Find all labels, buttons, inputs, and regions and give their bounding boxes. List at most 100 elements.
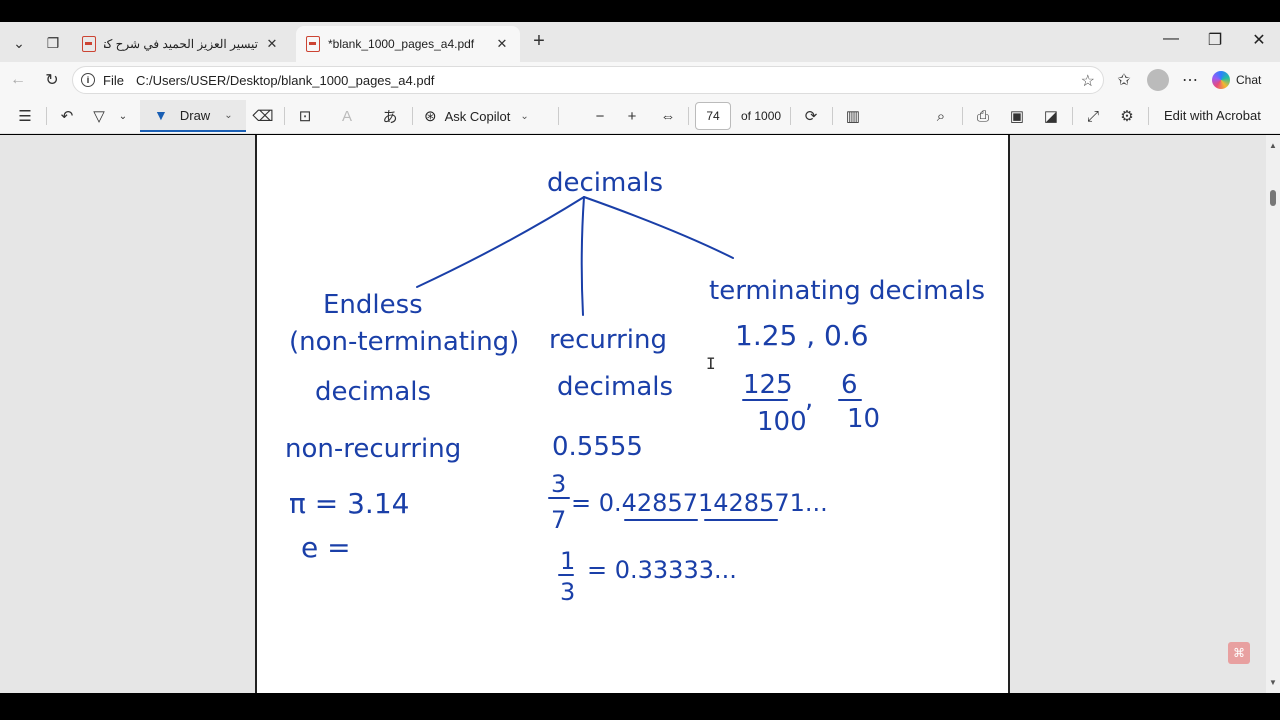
- tab-title: تيسير العزيز الحميد في شرح كتاب الت: [104, 37, 258, 51]
- favorites-icon[interactable]: ✩: [1112, 68, 1136, 92]
- decimals-left-label: decimals: [315, 377, 431, 407]
- copilot-chat-button[interactable]: Chat: [1212, 68, 1261, 92]
- terminating-example: 1.25 , 0.6: [735, 319, 869, 352]
- fraction-7-denominator: 7: [551, 506, 566, 534]
- address-url: C:/Users/USER/Desktop/blank_1000_pages_a…: [135, 72, 435, 88]
- pdf-viewer: decimals Endless (non-terminating) decim…: [0, 135, 1280, 693]
- scroll-down-icon[interactable]: ▼: [1269, 678, 1277, 687]
- page-view-icon[interactable]: ▥: [842, 104, 864, 128]
- decimals-middle-label: decimals: [557, 372, 673, 402]
- print-icon[interactable]: ⎙: [972, 104, 994, 128]
- fraction-3-numerator: 3: [551, 470, 566, 498]
- fullscreen-icon[interactable]: ⤢: [1082, 104, 1104, 128]
- tab-bar: ⌄ ❐ تيسير العزيز الحميد في شرح كتاب الت …: [0, 22, 1280, 62]
- screen: ⌄ ❐ تيسير العزيز الحميد في شرح كتاب الت …: [0, 0, 1280, 720]
- zoom-in-icon[interactable]: +: [622, 104, 642, 128]
- terminating-label: terminating decimals: [709, 276, 985, 306]
- non-recurring-label: non-recurring: [285, 434, 461, 464]
- tab-title: *blank_1000_pages_a4.pdf: [328, 37, 475, 51]
- separator: [284, 107, 285, 125]
- page-number-input[interactable]: 74: [695, 102, 731, 130]
- pdf-toolbar: ☰ ↶ ▽ ⌄ ▼ Draw ⌄ ⌫ ⊡ A あ ⊛ Ask Copilot ⌄…: [0, 98, 1280, 134]
- save-icon[interactable]: ▣: [1006, 104, 1028, 128]
- separator: [962, 107, 963, 125]
- handwritten-notes: decimals Endless (non-terminating) decim…: [285, 168, 985, 606]
- endless-label: Endless: [323, 290, 423, 320]
- recurring-label: recurring: [549, 325, 667, 355]
- draw-pen-icon: ▼: [154, 107, 168, 123]
- ask-copilot-label: Ask Copilot: [444, 108, 511, 124]
- pdf-page[interactable]: decimals Endless (non-terminating) decim…: [255, 135, 1010, 693]
- fraction-separator-comma: ,: [805, 384, 813, 414]
- zoom-out-icon[interactable]: −: [590, 104, 610, 128]
- text-cursor-icon: I: [706, 354, 716, 373]
- draw-label: Draw: [179, 107, 211, 123]
- contents-list-icon[interactable]: ☰: [14, 104, 36, 128]
- undo-icon[interactable]: ↶: [56, 104, 78, 128]
- search-icon[interactable]: ⌕: [930, 104, 952, 128]
- restore-icon[interactable]: ❐: [1200, 30, 1230, 50]
- separator: [558, 107, 559, 125]
- add-text-icon[interactable]: ⊡: [294, 104, 316, 128]
- address-scheme: File: [103, 72, 124, 88]
- rotate-icon[interactable]: ⟳: [800, 104, 822, 128]
- separator: [46, 107, 47, 125]
- tab-active[interactable]: *blank_1000_pages_a4.pdf ✕: [296, 26, 520, 62]
- separator: [832, 107, 833, 125]
- fraction-3-denominator: 3: [560, 578, 575, 606]
- copilot-chevron-icon: ⌄: [520, 110, 529, 122]
- three-sevenths-expansion: = 0.428571428571...: [571, 489, 828, 517]
- pi-example: π = 3.14: [289, 487, 409, 520]
- highlight-options-chevron-icon[interactable]: ⌄: [116, 104, 130, 128]
- pdf-file-icon: [82, 36, 96, 52]
- address-bar[interactable]: i File C:/Users/USER/Desktop/blank_1000_…: [72, 66, 1104, 94]
- settings-gear-icon[interactable]: ⚙: [1116, 104, 1138, 128]
- edit-with-acrobat-button[interactable]: Edit with Acrobat: [1164, 108, 1261, 123]
- branch-left: [416, 196, 585, 288]
- page-total: of 1000: [741, 109, 782, 123]
- root-label: decimals: [547, 168, 663, 198]
- acrobat-floating-icon[interactable]: ⌘: [1228, 642, 1250, 664]
- separator: [1072, 107, 1073, 125]
- scrollbar-thumb[interactable]: [1270, 190, 1276, 206]
- separator: [1148, 107, 1149, 125]
- fraction-10-denominator: 10: [847, 404, 880, 434]
- separator: [790, 107, 791, 125]
- minimize-icon[interactable]: —: [1156, 30, 1186, 48]
- read-aloud-icon[interactable]: あ: [378, 104, 402, 128]
- new-tab-icon[interactable]: +: [528, 30, 550, 53]
- close-window-icon[interactable]: ✕: [1244, 30, 1274, 50]
- tab-close-icon[interactable]: ✕: [494, 36, 510, 52]
- back-icon[interactable]: ←: [6, 68, 30, 92]
- fraction-100-denominator: 100: [757, 407, 807, 437]
- workspaces-icon[interactable]: ❐: [40, 30, 66, 56]
- fraction-6-numerator: 6: [841, 370, 858, 400]
- info-icon[interactable]: i: [81, 73, 95, 87]
- text-format-icon: A: [341, 107, 352, 125]
- draw-options-chevron-icon[interactable]: ⌄: [224, 110, 232, 121]
- ask-copilot-button[interactable]: ⊛ Ask Copilot ⌄: [424, 104, 529, 128]
- copilot-icon: [1212, 71, 1230, 89]
- tab-close-icon[interactable]: ✕: [264, 36, 280, 52]
- save-as-icon[interactable]: ◪: [1040, 104, 1062, 128]
- favorite-star-icon[interactable]: ☆: [1081, 71, 1095, 91]
- eraser-icon[interactable]: ⌫: [252, 104, 274, 128]
- copilot-outline-icon: ⊛: [424, 108, 437, 125]
- vertical-scrollbar[interactable]: ▲ ▼: [1266, 135, 1280, 693]
- separator: [412, 107, 413, 125]
- e-example: e =: [301, 531, 351, 564]
- branch-middle: [580, 196, 585, 316]
- tab-actions-chevron-icon[interactable]: ⌄: [6, 30, 32, 56]
- address-row: ← ↻ i File C:/Users/USER/Desktop/blank_1…: [0, 62, 1280, 98]
- separator: [688, 107, 689, 125]
- highlight-icon[interactable]: ▽: [88, 104, 110, 128]
- tab-inactive[interactable]: تيسير العزيز الحميد في شرح كتاب الت ✕: [72, 26, 290, 62]
- one-third-expansion: = 0.33333...: [587, 556, 737, 584]
- draw-button[interactable]: ▼ Draw ⌄: [140, 100, 246, 132]
- fit-width-icon[interactable]: ⇔: [656, 104, 680, 128]
- more-menu-icon[interactable]: ⋯: [1178, 68, 1202, 92]
- refresh-icon[interactable]: ↻: [40, 68, 64, 92]
- fraction-125-numerator: 125: [743, 370, 793, 400]
- profile-avatar[interactable]: [1147, 69, 1169, 91]
- scroll-up-icon[interactable]: ▲: [1269, 141, 1277, 150]
